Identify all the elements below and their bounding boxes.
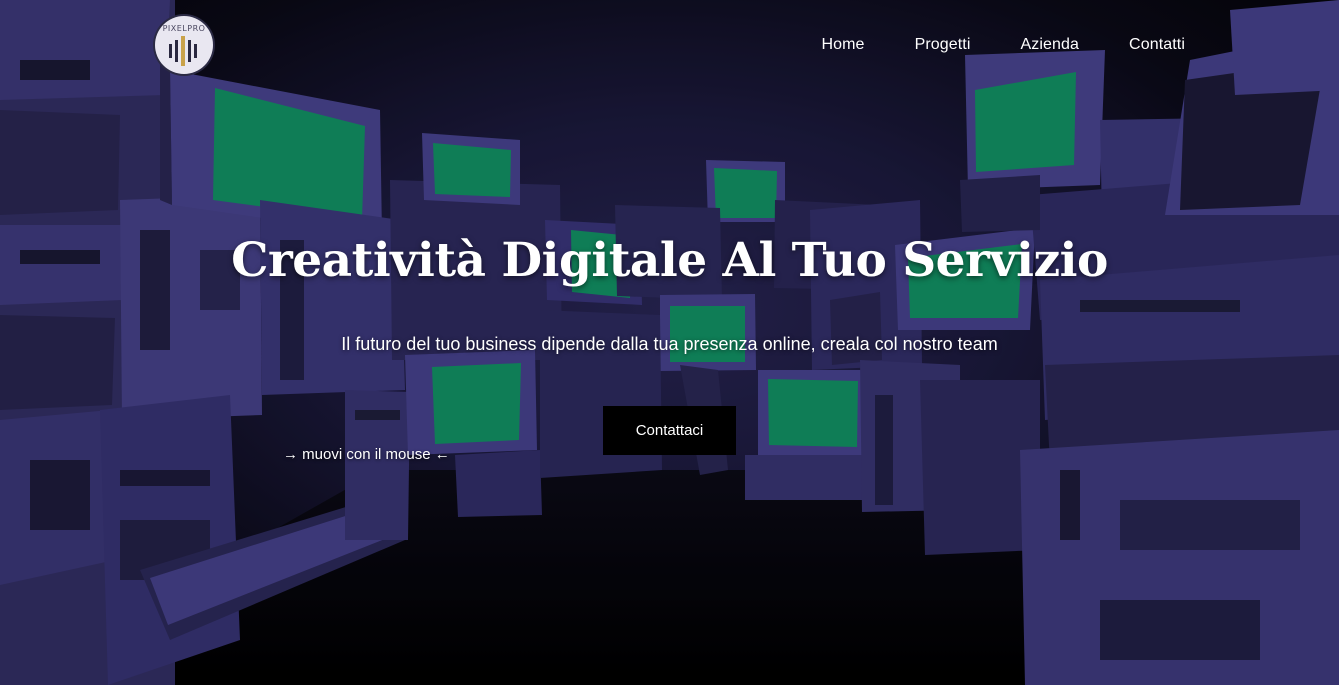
- brand-logo-mark-icon: [169, 36, 197, 66]
- hero-section: PIXELPRO Home Progetti Azienda Contatti …: [0, 0, 1339, 685]
- nav-item-azienda[interactable]: Azienda: [1021, 36, 1080, 54]
- nav-item-home[interactable]: Home: [821, 36, 864, 54]
- brand-logo[interactable]: PIXELPRO: [155, 16, 213, 74]
- nav-item-progetti[interactable]: Progetti: [915, 36, 971, 54]
- brand-logo-text: PIXELPRO: [162, 24, 206, 33]
- main-nav: Home Progetti Azienda Contatti: [821, 36, 1185, 54]
- nav-item-contatti[interactable]: Contatti: [1129, 36, 1185, 54]
- mouse-move-hint: → muovi con il mouse ←: [283, 446, 450, 463]
- contact-cta-button[interactable]: Contattaci: [603, 406, 736, 455]
- hero-subtitle: Il futuro del tuo business dipende dalla…: [341, 334, 998, 354]
- hero-title: Creatività Digitale Al Tuo Servizio: [231, 233, 1108, 288]
